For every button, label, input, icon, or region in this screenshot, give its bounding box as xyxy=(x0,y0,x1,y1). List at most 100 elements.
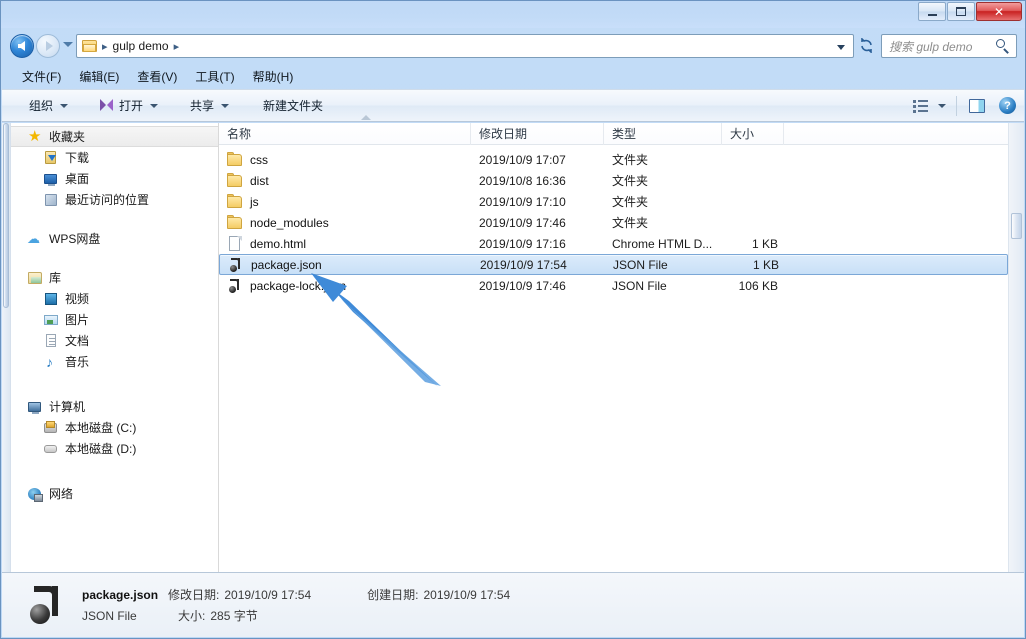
command-toolbar: 组织 打开 共享 新建文件夹 ? xyxy=(2,89,1024,122)
table-row[interactable]: js 2019/10/9 17:10 文件夹 xyxy=(219,191,1008,212)
share-button[interactable]: 共享 xyxy=(181,93,238,118)
file-list-scrollbar-thumb[interactable] xyxy=(1011,213,1022,239)
sidebar-item-local-disk-d[interactable]: 本地磁盘 (D:) xyxy=(11,438,218,459)
address-dropdown-icon[interactable] xyxy=(837,45,845,50)
file-list-scrollbar[interactable] xyxy=(1008,123,1024,572)
network-icon xyxy=(27,486,43,502)
sidebar-label: 桌面 xyxy=(65,172,90,186)
maximize-icon xyxy=(956,7,966,16)
help-button[interactable]: ? xyxy=(999,97,1016,114)
forward-button[interactable] xyxy=(36,34,60,58)
back-button[interactable] xyxy=(10,34,34,58)
organize-button[interactable]: 组织 xyxy=(20,93,77,118)
file-name: css xyxy=(250,152,268,167)
sidebar-item-local-disk-c[interactable]: 本地磁盘 (C:) xyxy=(11,417,218,438)
json-file-icon xyxy=(227,278,243,294)
chevron-down-icon xyxy=(938,103,946,108)
sidebar-item-pictures[interactable]: 图片 xyxy=(11,309,218,330)
cloud-icon: ☁ xyxy=(27,230,40,246)
menu-view[interactable]: 查看(V) xyxy=(128,66,186,87)
recent-pages-dropdown[interactable] xyxy=(63,42,73,47)
breadcrumb-separator-1: ▸ xyxy=(102,40,108,53)
sidebar-label: 本地磁盘 (D:) xyxy=(65,442,137,456)
date-modified-cell: 2019/10/9 17:46 xyxy=(479,215,566,230)
title-bar: ✕ xyxy=(1,1,1025,28)
picture-icon xyxy=(43,312,59,328)
date-modified-cell: 2019/10/9 17:54 xyxy=(480,257,567,272)
open-button[interactable]: 打开 xyxy=(91,93,167,118)
refresh-icon xyxy=(861,38,872,53)
sidebar-item-documents[interactable]: 文档 xyxy=(11,330,218,351)
menu-edit[interactable]: 编辑(E) xyxy=(70,66,128,87)
file-name-cell: css xyxy=(219,151,471,168)
chevron-down-icon xyxy=(150,103,159,108)
status-size-label: 大小: xyxy=(178,609,206,623)
navigation-scrollbar-thumb[interactable] xyxy=(3,123,9,308)
json-file-icon xyxy=(228,257,244,273)
date-modified-cell: 2019/10/8 16:36 xyxy=(479,173,566,188)
status-line-1: package.json 修改日期: 2019/10/9 17:54 创建日期:… xyxy=(82,586,510,603)
maximize-button[interactable] xyxy=(947,2,975,21)
change-view-button[interactable] xyxy=(904,95,948,116)
file-name: dist xyxy=(250,173,269,188)
status-file-name: package.json xyxy=(82,587,159,602)
sidebar-item-libraries[interactable]: 库 xyxy=(11,267,218,288)
sidebar-item-favorites[interactable]: ★ 收藏夹 xyxy=(11,126,218,147)
folder-icon xyxy=(227,172,243,189)
file-name: package-lock.json xyxy=(250,278,347,293)
column-header-name[interactable]: 名称 xyxy=(219,122,471,145)
size-cell: 1 KB xyxy=(751,236,778,251)
minimize-button[interactable] xyxy=(918,2,946,21)
sidebar-item-network[interactable]: 网络 xyxy=(11,483,218,504)
sidebar-item-videos[interactable]: 视频 xyxy=(11,288,218,309)
search-input[interactable]: 搜索 gulp demo xyxy=(889,38,972,55)
table-row-selected[interactable]: package.json 2019/10/9 17:54 JSON File 1… xyxy=(219,254,1008,275)
type-cell: 文件夹 xyxy=(612,174,649,188)
address-bar[interactable]: ▸ gulp demo ▸ xyxy=(76,34,854,58)
type-cell: JSON File xyxy=(612,278,667,293)
size-cell: 1 KB xyxy=(752,257,779,272)
type-cell: Chrome HTML D... xyxy=(612,236,713,251)
type-cell: 文件夹 xyxy=(612,153,649,167)
refresh-button[interactable] xyxy=(856,35,877,56)
content-area: ★ 收藏夹 下载 桌面 最近访问的位置 ☁ WPS网盘 库 视频 图片 文档 ♪… xyxy=(2,115,1024,572)
toolbar-divider xyxy=(956,95,957,116)
sidebar-item-music[interactable]: ♪ 音乐 xyxy=(11,351,218,372)
file-name-cell: package-lock.json xyxy=(219,278,471,294)
sidebar-item-wps-cloud[interactable]: ☁ WPS网盘 xyxy=(11,228,218,249)
search-box[interactable]: 搜索 gulp demo xyxy=(881,34,1017,58)
status-bar: package.json 修改日期: 2019/10/9 17:54 创建日期:… xyxy=(2,572,1024,637)
sidebar-item-recent-places[interactable]: 最近访问的位置 xyxy=(11,189,218,210)
breadcrumb-separator-2[interactable]: ▸ xyxy=(174,40,180,53)
table-row[interactable]: css 2019/10/9 17:07 文件夹 xyxy=(219,149,1008,170)
new-folder-button[interactable]: 新建文件夹 xyxy=(254,93,332,118)
close-icon: ✕ xyxy=(993,4,1005,19)
file-rows: css 2019/10/9 17:07 文件夹 dist 2019/10/8 1… xyxy=(219,145,1008,572)
breadcrumb-path[interactable]: gulp demo xyxy=(113,39,169,53)
menu-tools[interactable]: 工具(T) xyxy=(186,66,243,87)
table-row[interactable]: node_modules 2019/10/9 17:46 文件夹 xyxy=(219,212,1008,233)
file-name: package.json xyxy=(251,257,322,272)
status-size-value: 285 字节 xyxy=(210,609,258,623)
column-header-type[interactable]: 类型 xyxy=(604,122,722,145)
navigation-pane-scrollbar[interactable] xyxy=(2,123,11,572)
menu-file[interactable]: 文件(F) xyxy=(13,66,70,87)
sidebar-item-computer[interactable]: 计算机 xyxy=(11,396,218,417)
table-row[interactable]: demo.html 2019/10/9 17:16 Chrome HTML D.… xyxy=(219,233,1008,254)
menu-help[interactable]: 帮助(H) xyxy=(244,66,303,87)
sidebar-label: 本地磁盘 (C:) xyxy=(65,421,137,435)
sidebar-item-downloads[interactable]: 下载 xyxy=(11,147,218,168)
preview-pane-icon xyxy=(969,98,985,113)
close-button[interactable]: ✕ xyxy=(976,2,1022,21)
organize-label: 组织 xyxy=(29,99,54,113)
show-preview-pane-button[interactable] xyxy=(965,98,989,113)
table-row[interactable]: package-lock.json 2019/10/9 17:46 JSON F… xyxy=(219,275,1008,296)
table-row[interactable]: dist 2019/10/8 16:36 文件夹 xyxy=(219,170,1008,191)
sidebar-item-desktop[interactable]: 桌面 xyxy=(11,168,218,189)
column-header-size[interactable]: 大小 xyxy=(722,122,784,145)
html-file-icon xyxy=(227,235,243,252)
column-header-date-modified[interactable]: 修改日期 xyxy=(471,122,604,145)
date-modified-cell: 2019/10/9 17:16 xyxy=(479,236,566,251)
sidebar-label: 文档 xyxy=(65,334,90,348)
